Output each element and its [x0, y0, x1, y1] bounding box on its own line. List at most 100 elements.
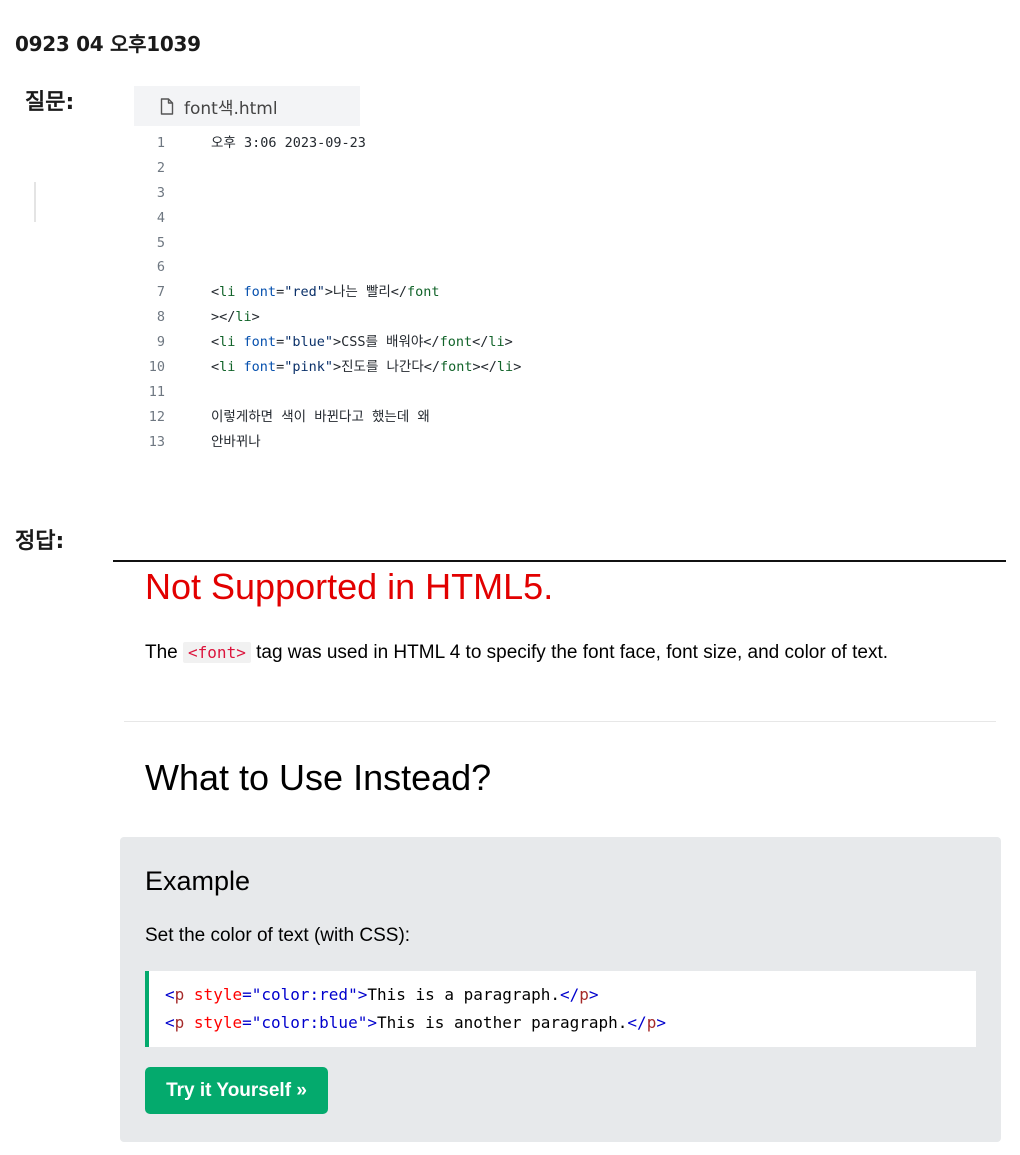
- line-number: 9: [156, 334, 165, 351]
- line-number: 6: [156, 259, 165, 276]
- code-line: 8 ></li>: [134, 305, 654, 330]
- code-token: "blue": [284, 334, 333, 351]
- code-token: p: [579, 985, 589, 1004]
- answer-label: 정답:: [15, 529, 65, 554]
- code-token: li: [488, 334, 505, 351]
- example-code: <p style="color:red">This is a paragraph…: [145, 971, 976, 1047]
- code-line: 12 이렇게하면 색이 바뀐다고 했는데 왜: [134, 405, 654, 430]
- code-token: >: [656, 1013, 666, 1032]
- code-token: =: [276, 284, 285, 301]
- code-token: >: [588, 985, 599, 1004]
- line-number: 5: [156, 234, 165, 251]
- code-token: "color:red": [251, 985, 358, 1004]
- example-description: Set the color of text (with CSS):: [145, 925, 411, 946]
- example-title: Example: [145, 866, 251, 896]
- line-content: <li font="blue">CSS를 배워야</font</li>: [211, 330, 513, 355]
- instead-heading: What to Use Instead?: [145, 757, 492, 798]
- line-number: 4: [156, 209, 165, 226]
- code-token: </: [472, 334, 489, 351]
- code-token: =: [242, 985, 252, 1004]
- code-token: font: [243, 284, 277, 301]
- example-code-line: <p style="color:red">This is a paragraph…: [165, 981, 976, 1009]
- divider-middle: [124, 721, 996, 722]
- line-content: 이렇게하면 색이 바뀐다고 했는데 왜: [211, 405, 430, 430]
- code-token: p: [174, 985, 185, 1004]
- line-content: 오후 3:06 2023-09-23: [211, 131, 366, 156]
- code-block: 1 오후 3:06 2023-09-23 2 3 4 5 6 7 <li font="red">…: [134, 131, 654, 455]
- code-token: <: [211, 359, 220, 376]
- code-token: "color:blue": [251, 1013, 368, 1032]
- code-token: style: [193, 985, 243, 1004]
- line-content: <li font="pink">진도를 나간다</font></li>: [211, 355, 521, 380]
- code-token: >CSS를 배워야</: [332, 334, 440, 351]
- line-number: 2: [156, 159, 165, 176]
- intro-text-before: The: [145, 642, 184, 663]
- code-token: >: [504, 334, 513, 351]
- code-token: =: [242, 1013, 252, 1032]
- code-token: p: [646, 1013, 657, 1032]
- code-token: </: [627, 1013, 647, 1032]
- question-label: 질문:: [25, 90, 75, 115]
- intro-paragraph: The <font> tag was used in HTML 4 to spe…: [145, 638, 955, 668]
- code-token: style: [193, 1013, 243, 1032]
- code-token: >: [251, 309, 260, 326]
- code-line: 5: [134, 231, 654, 256]
- code-token: font: [439, 334, 473, 351]
- line-number: 8: [156, 309, 165, 326]
- code-token: This is a paragraph.: [367, 985, 560, 1004]
- line-number: 1: [156, 135, 165, 151]
- code-token: =: [276, 334, 285, 351]
- file-name: font색.html: [184, 98, 278, 119]
- line-number: 13: [148, 433, 165, 450]
- line-number: 11: [148, 383, 165, 400]
- line-content: <li font="red">나는 빨리</font: [211, 280, 440, 305]
- file-tab[interactable]: font색.html: [134, 86, 360, 126]
- code-token: >: [513, 359, 522, 376]
- code-token: li: [496, 359, 514, 376]
- code-token: li: [219, 359, 236, 376]
- code-token: <: [211, 284, 220, 301]
- code-token: font: [440, 359, 473, 376]
- code-token: 안바뀌나: [211, 433, 261, 450]
- example-code-line: <p style="color:blue">This is another pa…: [165, 1009, 976, 1037]
- code-token: ></: [211, 309, 236, 326]
- code-line: 4: [134, 206, 654, 231]
- code-line: 1 오후 3:06 2023-09-23: [134, 131, 654, 156]
- code-line: 9 <li font="blue">CSS를 배워야</font</li>: [134, 330, 654, 355]
- code-token: 이렇게하면 색이 바뀐다고 했는데 왜: [211, 408, 430, 425]
- code-token: "red": [284, 284, 325, 301]
- code-line: 6: [134, 255, 654, 280]
- code-token: font: [243, 359, 277, 376]
- code-token: li: [219, 334, 236, 351]
- code-line: 7 <li font="red">나는 빨리</font: [134, 280, 654, 305]
- code-token: 오후 3:06 2023-09-23: [211, 135, 366, 151]
- code-token: </: [560, 985, 580, 1004]
- code-token: li: [219, 284, 236, 301]
- code-token: This is another paragraph.: [376, 1013, 628, 1032]
- file-icon: [160, 97, 174, 115]
- not-supported-heading: Not Supported in HTML5.: [145, 566, 554, 607]
- line-number: 7: [156, 284, 165, 301]
- document-title: 0923 04 오후1039: [15, 32, 201, 56]
- code-token: ></: [472, 359, 497, 376]
- code-token: <: [165, 1013, 175, 1032]
- code-token: "pink": [284, 359, 333, 376]
- code-token: >: [367, 1013, 377, 1032]
- try-it-yourself-button[interactable]: Try it Yourself »: [145, 1067, 328, 1114]
- line-number: 3: [156, 184, 165, 201]
- code-line: 2: [134, 156, 654, 181]
- code-token: p: [174, 1013, 185, 1032]
- code-token: >나는 빨리</: [324, 284, 408, 301]
- code-token: <: [211, 334, 220, 351]
- code-token: >진도를 나간다</: [332, 359, 441, 376]
- code-line: 11: [134, 380, 654, 405]
- code-line: 3: [134, 181, 654, 206]
- code-token: <: [165, 985, 175, 1004]
- code-token: font: [243, 334, 277, 351]
- code-token: li: [235, 309, 252, 326]
